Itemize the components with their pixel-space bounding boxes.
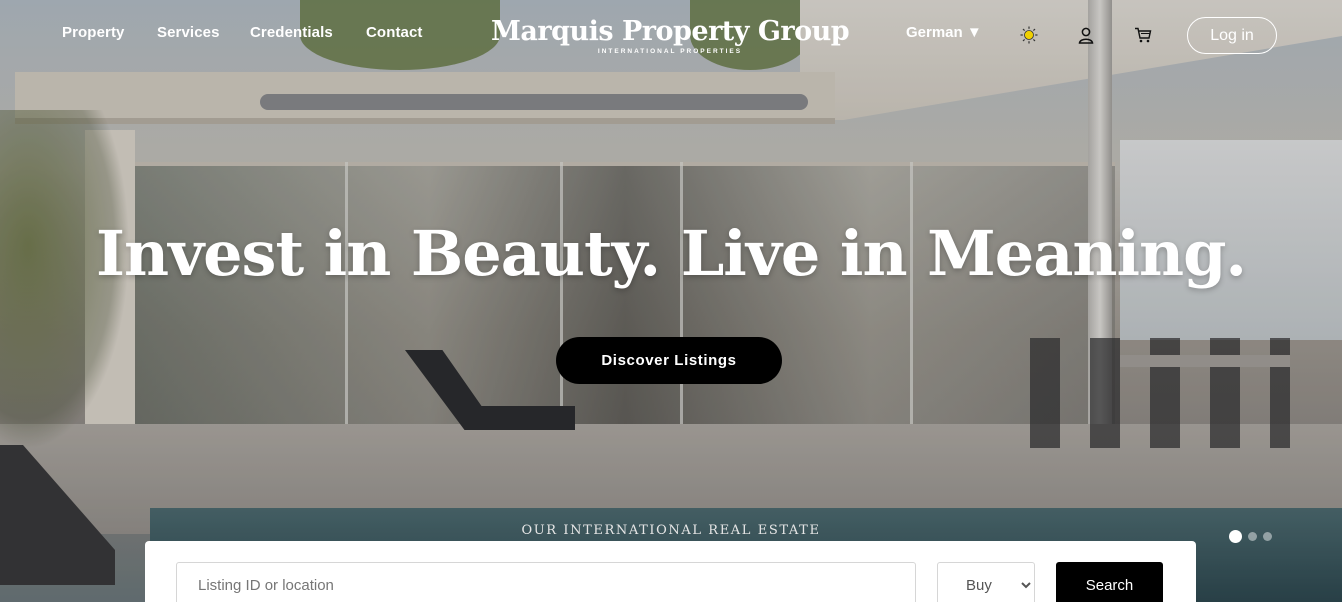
hero-headline: Invest in Beauty. Live in Meaning.	[95, 217, 1247, 290]
section-label: OUR INTERNATIONAL REAL ESTATE	[521, 523, 821, 538]
nav-link-contact[interactable]: Contact	[366, 24, 423, 41]
brand-tagline: INTERNATIONAL PROPERTIES	[597, 48, 743, 55]
login-button[interactable]: Log in	[1187, 17, 1277, 54]
hero-overlay	[0, 0, 1342, 602]
carousel-dot-1[interactable]	[1229, 530, 1242, 543]
carousel-dots	[1229, 530, 1272, 543]
discover-listings-button[interactable]: Discover Listings	[556, 337, 782, 384]
search-button[interactable]: Search	[1056, 562, 1163, 602]
carousel-dot-3[interactable]	[1263, 532, 1272, 541]
cart-icon[interactable]	[1134, 26, 1152, 44]
transaction-type-select[interactable]: Buy	[937, 562, 1035, 602]
brand-name: Marquis Property Group	[491, 16, 850, 47]
brand-logo[interactable]: Marquis Property Group INTERNATIONAL PRO…	[491, 14, 850, 55]
sun-icon[interactable]	[1020, 26, 1038, 44]
search-panel: Buy Search	[145, 541, 1196, 602]
carousel-dot-2[interactable]	[1248, 532, 1257, 541]
nav-link-credentials[interactable]: Credentials	[250, 24, 333, 41]
nav-link-services[interactable]: Services	[157, 24, 220, 41]
user-icon[interactable]	[1077, 26, 1095, 44]
search-input[interactable]	[176, 562, 916, 602]
hero-section: Property Services Credentials Contact Ma…	[0, 0, 1342, 602]
nav-link-property[interactable]: Property	[62, 24, 125, 41]
language-selector[interactable]: German ▼	[906, 24, 982, 41]
